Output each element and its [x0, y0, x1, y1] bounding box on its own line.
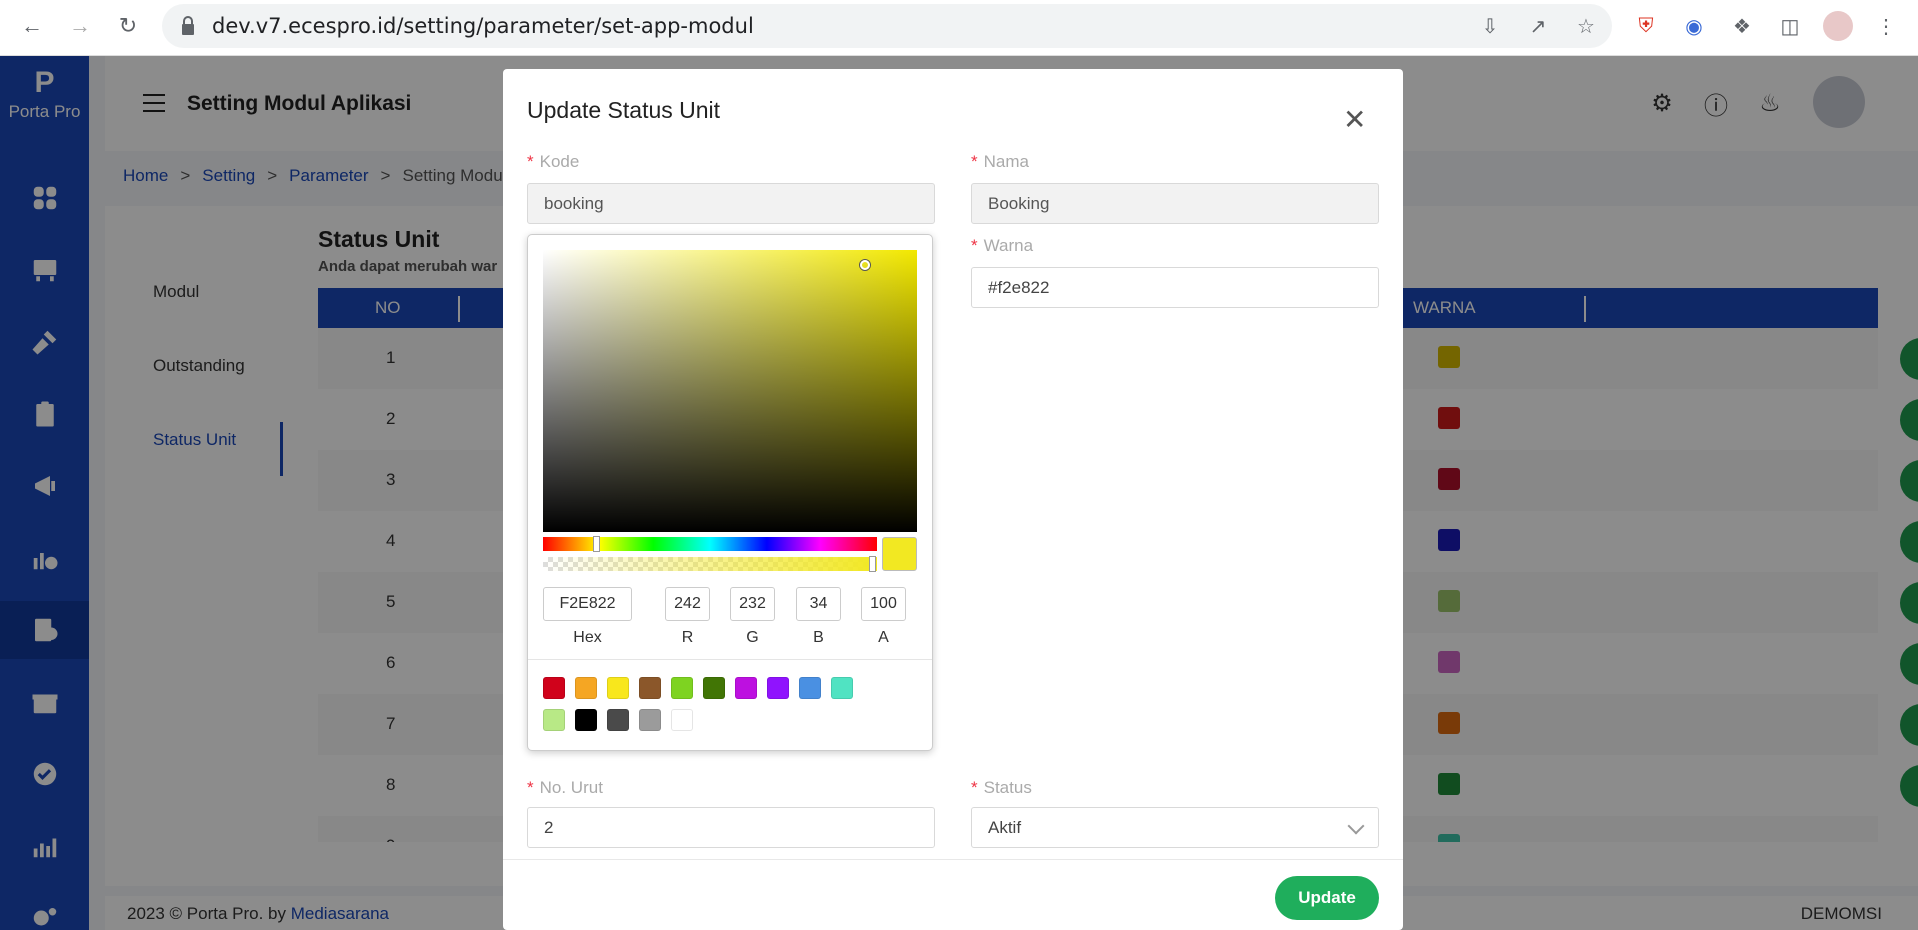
preset-swatch[interactable]: [575, 677, 597, 699]
urut-label: * No. Urut: [527, 778, 603, 798]
status-label: * Status: [971, 778, 1032, 798]
nama-label: * Nama: [971, 152, 1029, 172]
extensions-puzzle-icon[interactable]: ❖: [1726, 10, 1758, 42]
preset-swatch[interactable]: [767, 677, 789, 699]
bookmark-star-icon[interactable]: ☆: [1570, 10, 1602, 42]
a-label: A: [878, 629, 889, 646]
preset-swatch[interactable]: [607, 709, 629, 731]
preset-swatch[interactable]: [639, 677, 661, 699]
b-input[interactable]: 34: [796, 587, 841, 621]
hex-label: Hex: [573, 629, 602, 646]
install-icon[interactable]: ⇩: [1474, 10, 1506, 42]
share-icon[interactable]: ↗: [1522, 10, 1554, 42]
g-input[interactable]: 232: [730, 587, 775, 621]
preset-swatch[interactable]: [671, 677, 693, 699]
required-mark: *: [971, 778, 978, 797]
preset-swatch[interactable]: [639, 709, 661, 731]
b-label: B: [813, 629, 824, 646]
preset-swatch[interactable]: [543, 677, 565, 699]
status-select[interactable]: Aktif: [971, 807, 1379, 848]
saturation-cursor[interactable]: [860, 260, 870, 270]
back-icon[interactable]: ←: [16, 10, 48, 42]
chevron-down-icon: [1347, 817, 1365, 835]
required-mark: *: [971, 236, 978, 255]
nama-field[interactable]: Booking: [971, 183, 1379, 224]
extension-shield-icon[interactable]: ⛨: [1630, 10, 1662, 42]
urut-field[interactable]: 2: [527, 807, 935, 848]
warna-label-text: Warna: [983, 236, 1034, 255]
forward-icon[interactable]: →: [64, 10, 96, 42]
kode-field[interactable]: booking: [527, 183, 935, 224]
preset-swatch[interactable]: [543, 709, 565, 731]
urut-label-text: No. Urut: [539, 778, 603, 797]
kode-label: * Kode: [527, 152, 579, 172]
preset-swatch[interactable]: [831, 677, 853, 699]
modal-divider: [503, 859, 1403, 860]
modal-title: Update Status Unit: [527, 97, 721, 123]
warna-field[interactable]: #f2e822: [971, 267, 1379, 308]
lock-icon: [182, 16, 194, 35]
preset-swatch[interactable]: [607, 677, 629, 699]
color-preview: [882, 537, 917, 571]
required-mark: *: [971, 152, 978, 171]
g-label: G: [746, 629, 759, 646]
browser-menu-icon[interactable]: ⋮: [1870, 10, 1902, 42]
preset-swatch[interactable]: [671, 709, 693, 731]
r-input[interactable]: 242: [665, 587, 710, 621]
preset-swatch[interactable]: [703, 677, 725, 699]
required-mark: *: [527, 778, 534, 797]
reload-icon[interactable]: ↻: [112, 10, 144, 42]
a-input[interactable]: 100: [861, 587, 906, 621]
alpha-slider[interactable]: [543, 556, 877, 572]
preset-swatch[interactable]: [799, 677, 821, 699]
r-label: R: [681, 629, 694, 646]
picker-divider: [528, 659, 932, 660]
side-panel-icon[interactable]: ◫: [1774, 10, 1806, 42]
preset-swatch[interactable]: [575, 709, 597, 731]
address-bar[interactable]: dev.v7.ecespro.id/setting/parameter/set-…: [162, 4, 1612, 48]
hue-handle[interactable]: [593, 536, 600, 552]
kode-label-text: Kode: [539, 152, 580, 171]
warna-label: * Warna: [971, 236, 1033, 256]
alpha-handle[interactable]: [869, 556, 876, 572]
extension-circle-icon[interactable]: ◉: [1678, 10, 1710, 42]
status-select-value: Aktif: [988, 818, 1022, 837]
browser-toolbar: ← → ↻ dev.v7.ecespro.id/setting/paramete…: [0, 0, 1918, 56]
url-text: dev.v7.ecespro.id/setting/parameter/set-…: [212, 14, 754, 38]
color-picker: F2E822 242 232 34 100 Hex R G B A: [527, 234, 933, 751]
status-label-text: Status: [983, 778, 1032, 797]
saturation-area[interactable]: [543, 250, 917, 532]
preset-swatch[interactable]: [735, 677, 757, 699]
required-mark: *: [527, 152, 534, 171]
hue-slider[interactable]: [543, 536, 877, 552]
nama-label-text: Nama: [983, 152, 1029, 171]
profile-avatar-icon[interactable]: [1822, 10, 1854, 42]
close-icon[interactable]: ✕: [1343, 103, 1366, 136]
hex-input[interactable]: F2E822: [543, 587, 632, 621]
update-button[interactable]: Update: [1275, 876, 1379, 920]
